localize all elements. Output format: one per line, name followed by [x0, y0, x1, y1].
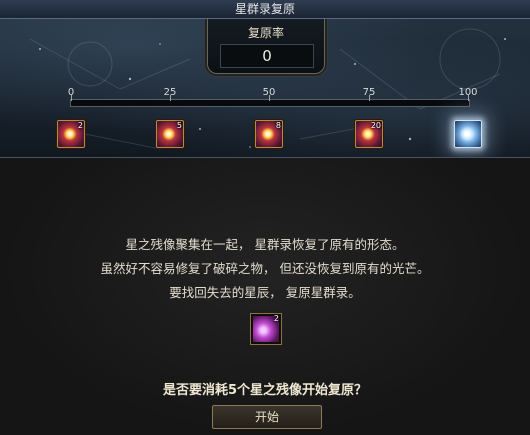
track-notch: [71, 95, 72, 101]
restore-progress-track: [70, 95, 470, 107]
milestone-reward-50[interactable]: 8: [255, 120, 283, 148]
restore-rate-panel: 复原率 0: [207, 19, 325, 74]
restore-rate-value: 0: [220, 44, 314, 68]
milestone-count: 5: [176, 121, 182, 130]
restore-content: 星之残像聚集在一起， 星群录恢复了原有的形态。 虽然好不容易修复了破碎之物， 但…: [0, 158, 530, 435]
milestone-count: 20: [370, 121, 381, 130]
star-fragment-icon: [260, 126, 276, 142]
cost-item-slot[interactable]: 2: [250, 313, 282, 345]
star-fragment-icon: [161, 126, 177, 142]
milestone-reward-25[interactable]: 5: [156, 120, 184, 148]
start-button[interactable]: 开始: [212, 405, 322, 429]
track-notch: [170, 95, 171, 101]
constellation-panel: 复原率 0 0 25 50 75 100 2 5 8 20: [0, 19, 530, 158]
description-line-2: 虽然好不容易修复了破碎之物， 但还没恢复到原有的光芒。: [100, 261, 430, 276]
constellation-crystal-icon: [459, 126, 475, 142]
track-notch: [269, 95, 270, 101]
star-fragment-icon: [62, 126, 78, 142]
milestone-reward-0[interactable]: 2: [57, 120, 85, 148]
window-titlebar: 星群录复原: [0, 0, 530, 19]
milestone-reward-75[interactable]: 20: [355, 120, 383, 148]
window-title: 星群录复原: [234, 2, 295, 16]
track-notch: [468, 95, 469, 101]
description-line-3: 要找回失去的星辰， 复原星群录。: [169, 285, 361, 300]
milestone-reward-100[interactable]: [454, 120, 482, 148]
restore-rate-label: 复原率: [247, 26, 284, 40]
cost-item-count: 2: [273, 314, 279, 323]
track-notch: [369, 95, 370, 101]
confirm-question: 是否要消耗5个星之残像开始复原？: [162, 383, 368, 398]
description-line-1: 星之残像聚集在一起， 星群录恢复了原有的形态。: [125, 237, 405, 252]
milestone-count: 8: [275, 121, 281, 130]
milestone-count: 2: [77, 121, 83, 130]
